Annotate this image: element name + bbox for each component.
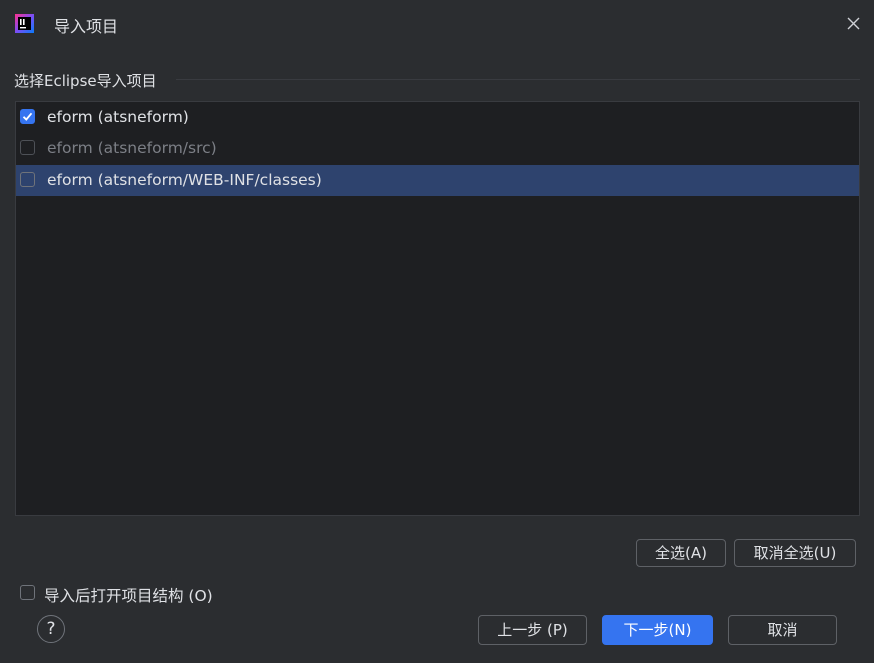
section-divider [176,79,860,80]
cancel-button[interactable]: 取消 [728,615,837,645]
project-label: eform (atsneform/src) [47,139,217,157]
project-list[interactable]: eform (atsneform) eform (atsneform/src) … [15,101,860,516]
help-icon[interactable]: ? [37,615,65,643]
next-button[interactable]: 下一步(N) [602,615,713,645]
project-label: eform (atsneform/WEB-INF/classes) [47,171,322,189]
deselect-all-button[interactable]: 取消全选(U) [734,539,856,567]
open-structure-label: 导入后打开项目结构 (O) [44,587,213,605]
close-icon[interactable] [845,15,862,32]
select-all-button[interactable]: 全选(A) [636,539,726,567]
previous-button[interactable]: 上一步 (P) [478,615,587,645]
window-title: 导入项目 [54,17,119,36]
project-row-atsneform[interactable]: eform (atsneform) [16,102,859,133]
project-row-atsneform-classes[interactable]: eform (atsneform/WEB-INF/classes) [16,165,859,196]
project-row-atsneform-src: eform (atsneform/src) [16,133,859,164]
project-label: eform (atsneform) [47,108,189,126]
project-checkbox[interactable] [20,172,35,187]
project-checkbox-checked[interactable] [20,109,35,124]
project-checkbox-disabled [20,140,35,155]
intellij-logo-icon [15,14,34,33]
open-structure-checkbox[interactable] [20,585,35,600]
checkmark-icon [22,112,33,121]
section-title: 选择Eclipse导入项目 [14,72,157,90]
